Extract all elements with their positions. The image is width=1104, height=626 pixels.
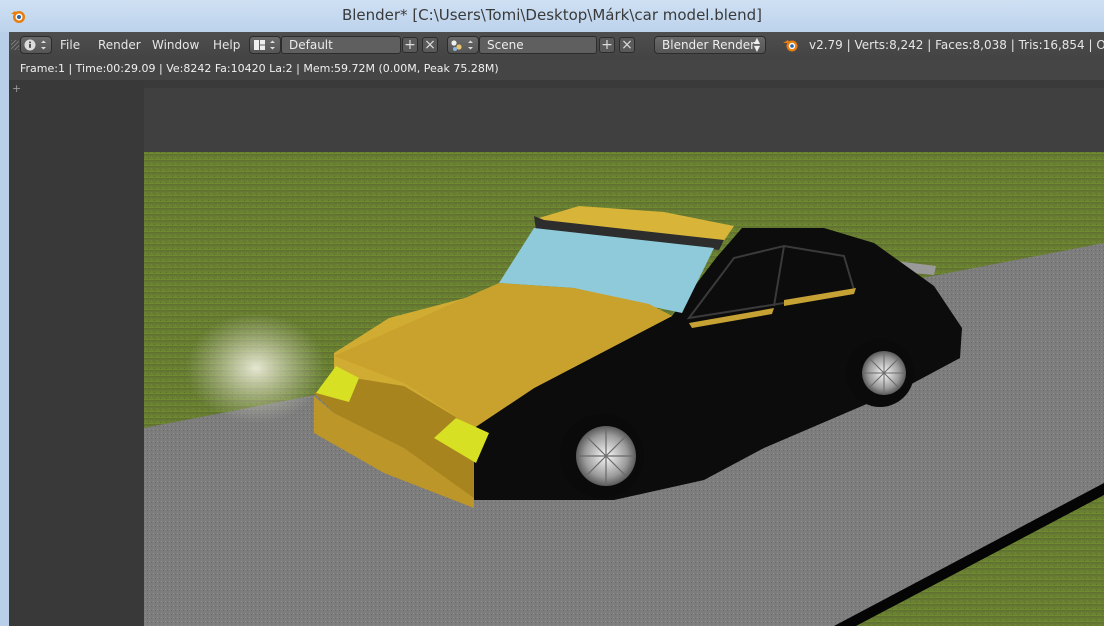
headlight-glow xyxy=(186,313,326,423)
render-engine-label: Blender Render xyxy=(662,38,756,52)
close-icon: × xyxy=(424,37,436,53)
render-info-text: Frame:1 | Time:00:29.09 | Ve:8242 Fa:104… xyxy=(20,62,499,75)
render-info-line: Frame:1 | Time:00:29.09 | Ve:8242 Fa:104… xyxy=(9,58,1104,80)
screen-layout-icon xyxy=(254,40,275,50)
scene-statistics: v2.79 | Verts:8,242 | Faces:8,038 | Tris… xyxy=(809,38,1104,52)
window-title-bar: Blender* [C:\Users\Tomi\Desktop\Márk\car… xyxy=(0,0,1104,32)
add-screen-button[interactable]: + xyxy=(402,37,418,53)
front-wheel-spokes xyxy=(578,428,634,484)
scene-selector[interactable] xyxy=(447,36,479,54)
render-result-viewport[interactable] xyxy=(144,88,1104,626)
tool-shelf: + xyxy=(9,80,144,626)
remove-screen-button[interactable]: × xyxy=(422,37,438,53)
rear-wheel-spokes xyxy=(863,352,905,394)
menu-window[interactable]: Window xyxy=(152,32,199,58)
screen-layout-name-field[interactable]: Default xyxy=(281,36,401,54)
plus-icon: + xyxy=(404,37,416,53)
screen-layout-selector[interactable] xyxy=(249,36,281,54)
scene-name-field[interactable]: Scene xyxy=(479,36,597,54)
area-grip-handle[interactable] xyxy=(11,40,19,50)
info-header: File Render Window Help Default + × Scen… xyxy=(9,32,1104,59)
dropdown-arrows-icon: ▲ ▼ xyxy=(753,36,760,53)
sky-background xyxy=(144,88,1104,154)
close-icon: × xyxy=(621,37,633,53)
menu-help[interactable]: Help xyxy=(213,32,240,58)
menu-render[interactable]: Render xyxy=(98,32,141,58)
blender-logo-icon xyxy=(783,40,798,52)
scene-icon xyxy=(451,40,473,51)
add-scene-button[interactable]: + xyxy=(599,37,615,53)
menu-file[interactable]: File xyxy=(60,32,80,58)
window-title: Blender* [C:\Users\Tomi\Desktop\Márk\car… xyxy=(341,6,763,24)
editor-type-button[interactable] xyxy=(20,36,52,54)
render-engine-dropdown[interactable]: Blender Render ▲ ▼ xyxy=(654,36,766,54)
area-expand-icon[interactable]: + xyxy=(12,82,21,95)
image-editor-area[interactable]: + xyxy=(9,80,1104,626)
plus-icon: + xyxy=(601,37,613,53)
remove-scene-button[interactable]: × xyxy=(619,37,635,53)
info-editor-icon xyxy=(24,39,46,51)
